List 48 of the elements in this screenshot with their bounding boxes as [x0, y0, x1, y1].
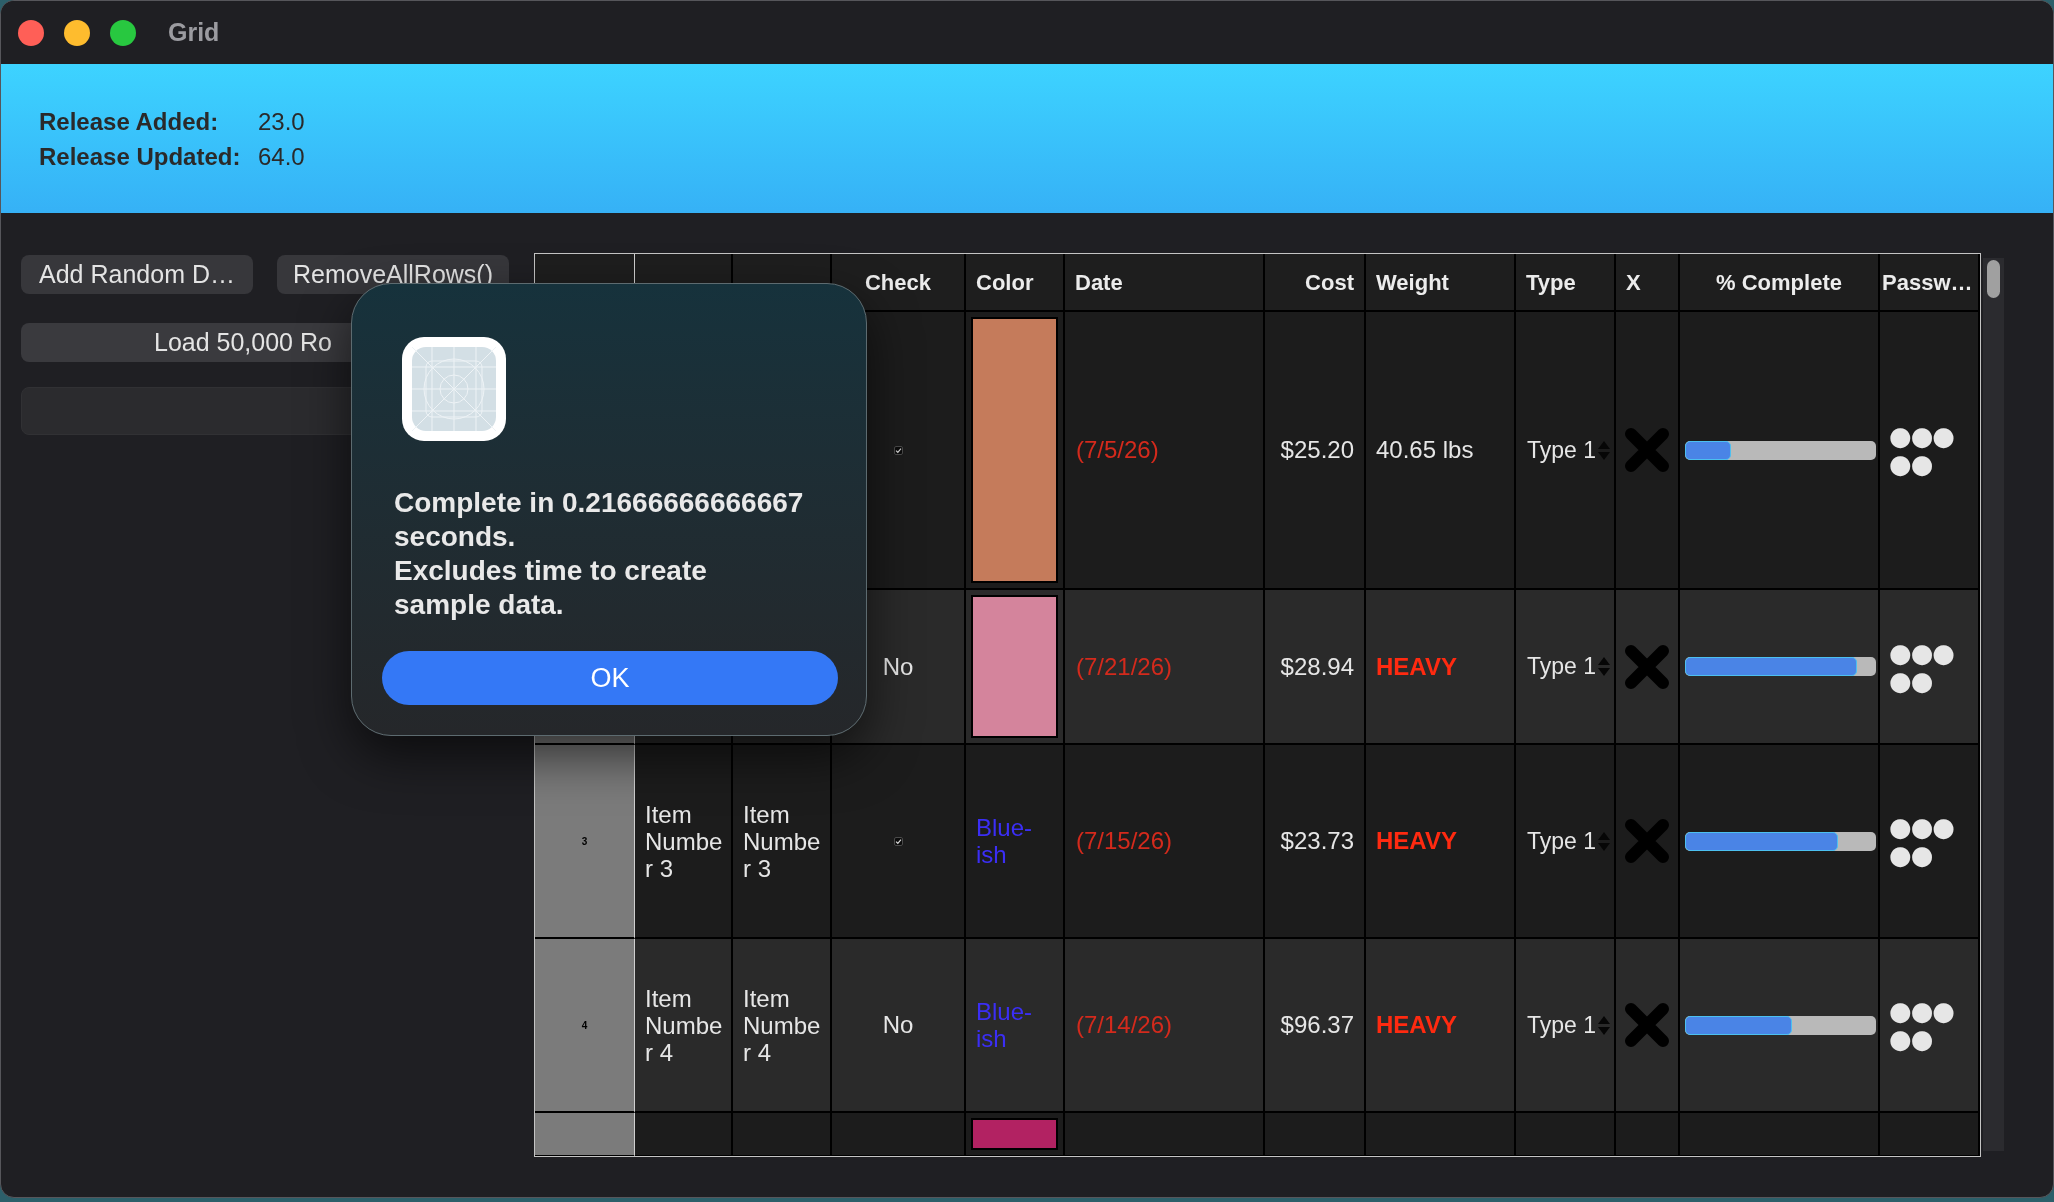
type-popup[interactable]: Type 1 — [1527, 823, 1611, 859]
scrollbar[interactable] — [1983, 258, 2004, 1151]
date-text: (7/15/26) — [1076, 826, 1173, 856]
field-value: 64.0 — [258, 143, 305, 170]
cost-value: $23.73 — [1280, 826, 1354, 856]
cost-value: $96.37 — [1280, 1010, 1354, 1040]
cost-value: $28.94 — [1280, 651, 1354, 682]
type-popup[interactable]: Type 1 — [1527, 432, 1611, 468]
password-dots: ●●●●● — [1889, 813, 1956, 869]
app-placeholder-icon — [402, 337, 506, 441]
field-value: 23.0 — [258, 108, 305, 135]
updown-arrows-icon — [1598, 1015, 1611, 1035]
row-number: 4 — [581, 1018, 588, 1033]
scrollbar-thumb[interactable] — [1987, 260, 2000, 298]
updown-arrows-icon — [1598, 657, 1611, 676]
check-value: No — [882, 1010, 914, 1040]
weight-value: HEAVY — [1376, 651, 1457, 682]
date-text: (7/5/26) — [1076, 435, 1159, 465]
weight-value: HEAVY — [1376, 1010, 1457, 1040]
cost-value: $25.20 — [1280, 435, 1354, 465]
item-name: Item Number 3 — [743, 800, 822, 882]
item-name: Item Number 4 — [645, 984, 724, 1066]
item-name: Item Number 4 — [743, 984, 822, 1066]
type-popup[interactable]: Type 1 — [1527, 649, 1611, 684]
field-label: Release Added: — [39, 108, 219, 135]
checkbox[interactable] — [893, 445, 903, 455]
minimize-button[interactable] — [64, 19, 90, 46]
password-dots: ●●●●● — [1889, 997, 1956, 1053]
ok-button[interactable]: OK — [382, 651, 838, 705]
window-title: Grid — [168, 16, 220, 48]
row-number: 3 — [581, 834, 588, 849]
weight-value: HEAVY — [1376, 826, 1457, 856]
password-dots: ●●●●● — [1889, 422, 1956, 478]
password-dots: ●●●●● — [1889, 638, 1956, 695]
date-text: (7/14/26) — [1076, 1010, 1173, 1040]
color-name: Blue-ish — [976, 998, 1034, 1052]
type-popup[interactable]: Type 1 — [1527, 1007, 1611, 1043]
field-label: Release Updated: — [39, 143, 241, 170]
alert-message: Complete in 0.21666666666667 seconds. Excludes time to create sample data. — [394, 486, 805, 622]
weight-value: 40.65 lbs — [1376, 435, 1474, 465]
color-name: Blue-ish — [976, 814, 1034, 868]
maximize-button[interactable] — [110, 19, 136, 46]
checkbox[interactable] — [893, 836, 903, 846]
item-name: Item Number 3 — [645, 800, 724, 882]
close-button[interactable] — [18, 19, 44, 46]
check-value: No — [882, 651, 914, 682]
date-text: (7/21/26) — [1076, 651, 1173, 682]
action-button[interactable]: Add Random D… — [21, 255, 253, 294]
